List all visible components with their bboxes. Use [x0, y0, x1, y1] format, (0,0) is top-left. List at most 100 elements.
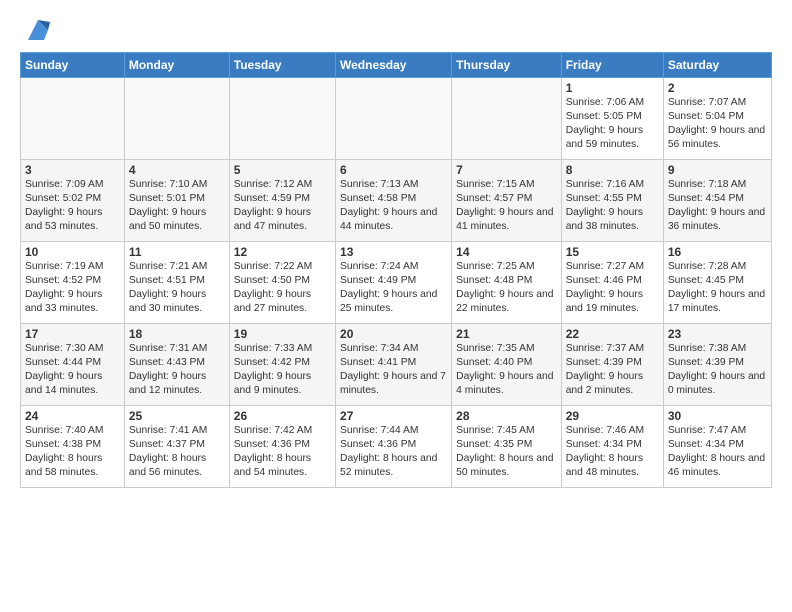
day-number: 4	[129, 163, 225, 177]
day-cell: 9Sunrise: 7:18 AMSunset: 4:54 PMDaylight…	[663, 160, 771, 242]
day-info: Sunrise: 7:09 AMSunset: 5:02 PMDaylight:…	[25, 178, 120, 234]
day-number: 7	[456, 163, 557, 177]
day-cell: 11Sunrise: 7:21 AMSunset: 4:51 PMDayligh…	[124, 242, 229, 324]
day-cell: 16Sunrise: 7:28 AMSunset: 4:45 PMDayligh…	[663, 242, 771, 324]
day-info: Sunrise: 7:21 AMSunset: 4:51 PMDaylight:…	[129, 260, 225, 316]
day-info: Sunrise: 7:18 AMSunset: 4:54 PMDaylight:…	[668, 178, 767, 234]
day-info: Sunrise: 7:24 AMSunset: 4:49 PMDaylight:…	[340, 260, 447, 316]
day-number: 9	[668, 163, 767, 177]
day-info: Sunrise: 7:45 AMSunset: 4:35 PMDaylight:…	[456, 424, 557, 480]
day-info: Sunrise: 7:16 AMSunset: 4:55 PMDaylight:…	[566, 178, 659, 234]
weekday-header-friday: Friday	[561, 53, 663, 78]
day-cell: 10Sunrise: 7:19 AMSunset: 4:52 PMDayligh…	[21, 242, 125, 324]
header-area	[20, 16, 772, 44]
week-row-4: 17Sunrise: 7:30 AMSunset: 4:44 PMDayligh…	[21, 324, 772, 406]
day-cell: 24Sunrise: 7:40 AMSunset: 4:38 PMDayligh…	[21, 406, 125, 488]
day-info: Sunrise: 7:41 AMSunset: 4:37 PMDaylight:…	[129, 424, 225, 480]
weekday-header-thursday: Thursday	[452, 53, 562, 78]
day-info: Sunrise: 7:31 AMSunset: 4:43 PMDaylight:…	[129, 342, 225, 398]
day-cell: 7Sunrise: 7:15 AMSunset: 4:57 PMDaylight…	[452, 160, 562, 242]
day-number: 2	[668, 81, 767, 95]
calendar-table: SundayMondayTuesdayWednesdayThursdayFrid…	[20, 52, 772, 488]
day-info: Sunrise: 7:19 AMSunset: 4:52 PMDaylight:…	[25, 260, 120, 316]
day-number: 17	[25, 327, 120, 341]
day-info: Sunrise: 7:10 AMSunset: 5:01 PMDaylight:…	[129, 178, 225, 234]
day-info: Sunrise: 7:37 AMSunset: 4:39 PMDaylight:…	[566, 342, 659, 398]
day-cell: 27Sunrise: 7:44 AMSunset: 4:36 PMDayligh…	[336, 406, 452, 488]
day-info: Sunrise: 7:40 AMSunset: 4:38 PMDaylight:…	[25, 424, 120, 480]
day-info: Sunrise: 7:33 AMSunset: 4:42 PMDaylight:…	[234, 342, 331, 398]
day-info: Sunrise: 7:15 AMSunset: 4:57 PMDaylight:…	[456, 178, 557, 234]
day-cell: 23Sunrise: 7:38 AMSunset: 4:39 PMDayligh…	[663, 324, 771, 406]
day-cell: 17Sunrise: 7:30 AMSunset: 4:44 PMDayligh…	[21, 324, 125, 406]
day-number: 16	[668, 245, 767, 259]
day-cell: 1Sunrise: 7:06 AMSunset: 5:05 PMDaylight…	[561, 78, 663, 160]
day-cell: 13Sunrise: 7:24 AMSunset: 4:49 PMDayligh…	[336, 242, 452, 324]
logo	[20, 16, 52, 44]
day-info: Sunrise: 7:46 AMSunset: 4:34 PMDaylight:…	[566, 424, 659, 480]
day-number: 23	[668, 327, 767, 341]
day-info: Sunrise: 7:25 AMSunset: 4:48 PMDaylight:…	[456, 260, 557, 316]
day-cell	[229, 78, 335, 160]
day-cell: 6Sunrise: 7:13 AMSunset: 4:58 PMDaylight…	[336, 160, 452, 242]
page: SundayMondayTuesdayWednesdayThursdayFrid…	[0, 0, 792, 498]
day-info: Sunrise: 7:35 AMSunset: 4:40 PMDaylight:…	[456, 342, 557, 398]
day-info: Sunrise: 7:28 AMSunset: 4:45 PMDaylight:…	[668, 260, 767, 316]
week-row-1: 1Sunrise: 7:06 AMSunset: 5:05 PMDaylight…	[21, 78, 772, 160]
day-info: Sunrise: 7:12 AMSunset: 4:59 PMDaylight:…	[234, 178, 331, 234]
day-number: 27	[340, 409, 447, 423]
day-cell	[124, 78, 229, 160]
day-info: Sunrise: 7:22 AMSunset: 4:50 PMDaylight:…	[234, 260, 331, 316]
weekday-header-sunday: Sunday	[21, 53, 125, 78]
day-cell: 15Sunrise: 7:27 AMSunset: 4:46 PMDayligh…	[561, 242, 663, 324]
day-info: Sunrise: 7:07 AMSunset: 5:04 PMDaylight:…	[668, 96, 767, 152]
day-info: Sunrise: 7:30 AMSunset: 4:44 PMDaylight:…	[25, 342, 120, 398]
weekday-header-wednesday: Wednesday	[336, 53, 452, 78]
day-cell	[452, 78, 562, 160]
day-number: 30	[668, 409, 767, 423]
day-cell: 18Sunrise: 7:31 AMSunset: 4:43 PMDayligh…	[124, 324, 229, 406]
day-cell: 2Sunrise: 7:07 AMSunset: 5:04 PMDaylight…	[663, 78, 771, 160]
day-cell: 30Sunrise: 7:47 AMSunset: 4:34 PMDayligh…	[663, 406, 771, 488]
day-number: 22	[566, 327, 659, 341]
day-cell: 19Sunrise: 7:33 AMSunset: 4:42 PMDayligh…	[229, 324, 335, 406]
week-row-5: 24Sunrise: 7:40 AMSunset: 4:38 PMDayligh…	[21, 406, 772, 488]
day-number: 18	[129, 327, 225, 341]
day-number: 19	[234, 327, 331, 341]
day-number: 11	[129, 245, 225, 259]
day-number: 10	[25, 245, 120, 259]
weekday-header-row: SundayMondayTuesdayWednesdayThursdayFrid…	[21, 53, 772, 78]
day-cell: 14Sunrise: 7:25 AMSunset: 4:48 PMDayligh…	[452, 242, 562, 324]
day-number: 26	[234, 409, 331, 423]
day-number: 13	[340, 245, 447, 259]
day-cell: 3Sunrise: 7:09 AMSunset: 5:02 PMDaylight…	[21, 160, 125, 242]
day-number: 21	[456, 327, 557, 341]
day-cell: 28Sunrise: 7:45 AMSunset: 4:35 PMDayligh…	[452, 406, 562, 488]
day-info: Sunrise: 7:42 AMSunset: 4:36 PMDaylight:…	[234, 424, 331, 480]
week-row-2: 3Sunrise: 7:09 AMSunset: 5:02 PMDaylight…	[21, 160, 772, 242]
day-number: 29	[566, 409, 659, 423]
day-number: 8	[566, 163, 659, 177]
day-cell: 4Sunrise: 7:10 AMSunset: 5:01 PMDaylight…	[124, 160, 229, 242]
day-info: Sunrise: 7:47 AMSunset: 4:34 PMDaylight:…	[668, 424, 767, 480]
day-number: 14	[456, 245, 557, 259]
day-cell: 12Sunrise: 7:22 AMSunset: 4:50 PMDayligh…	[229, 242, 335, 324]
day-cell: 20Sunrise: 7:34 AMSunset: 4:41 PMDayligh…	[336, 324, 452, 406]
weekday-header-monday: Monday	[124, 53, 229, 78]
day-number: 28	[456, 409, 557, 423]
day-cell: 5Sunrise: 7:12 AMSunset: 4:59 PMDaylight…	[229, 160, 335, 242]
day-cell	[21, 78, 125, 160]
day-cell: 26Sunrise: 7:42 AMSunset: 4:36 PMDayligh…	[229, 406, 335, 488]
day-number: 5	[234, 163, 331, 177]
day-number: 15	[566, 245, 659, 259]
day-cell: 29Sunrise: 7:46 AMSunset: 4:34 PMDayligh…	[561, 406, 663, 488]
day-cell	[336, 78, 452, 160]
day-number: 3	[25, 163, 120, 177]
day-number: 24	[25, 409, 120, 423]
day-number: 6	[340, 163, 447, 177]
week-row-3: 10Sunrise: 7:19 AMSunset: 4:52 PMDayligh…	[21, 242, 772, 324]
day-number: 20	[340, 327, 447, 341]
day-info: Sunrise: 7:38 AMSunset: 4:39 PMDaylight:…	[668, 342, 767, 398]
day-cell: 22Sunrise: 7:37 AMSunset: 4:39 PMDayligh…	[561, 324, 663, 406]
weekday-header-saturday: Saturday	[663, 53, 771, 78]
